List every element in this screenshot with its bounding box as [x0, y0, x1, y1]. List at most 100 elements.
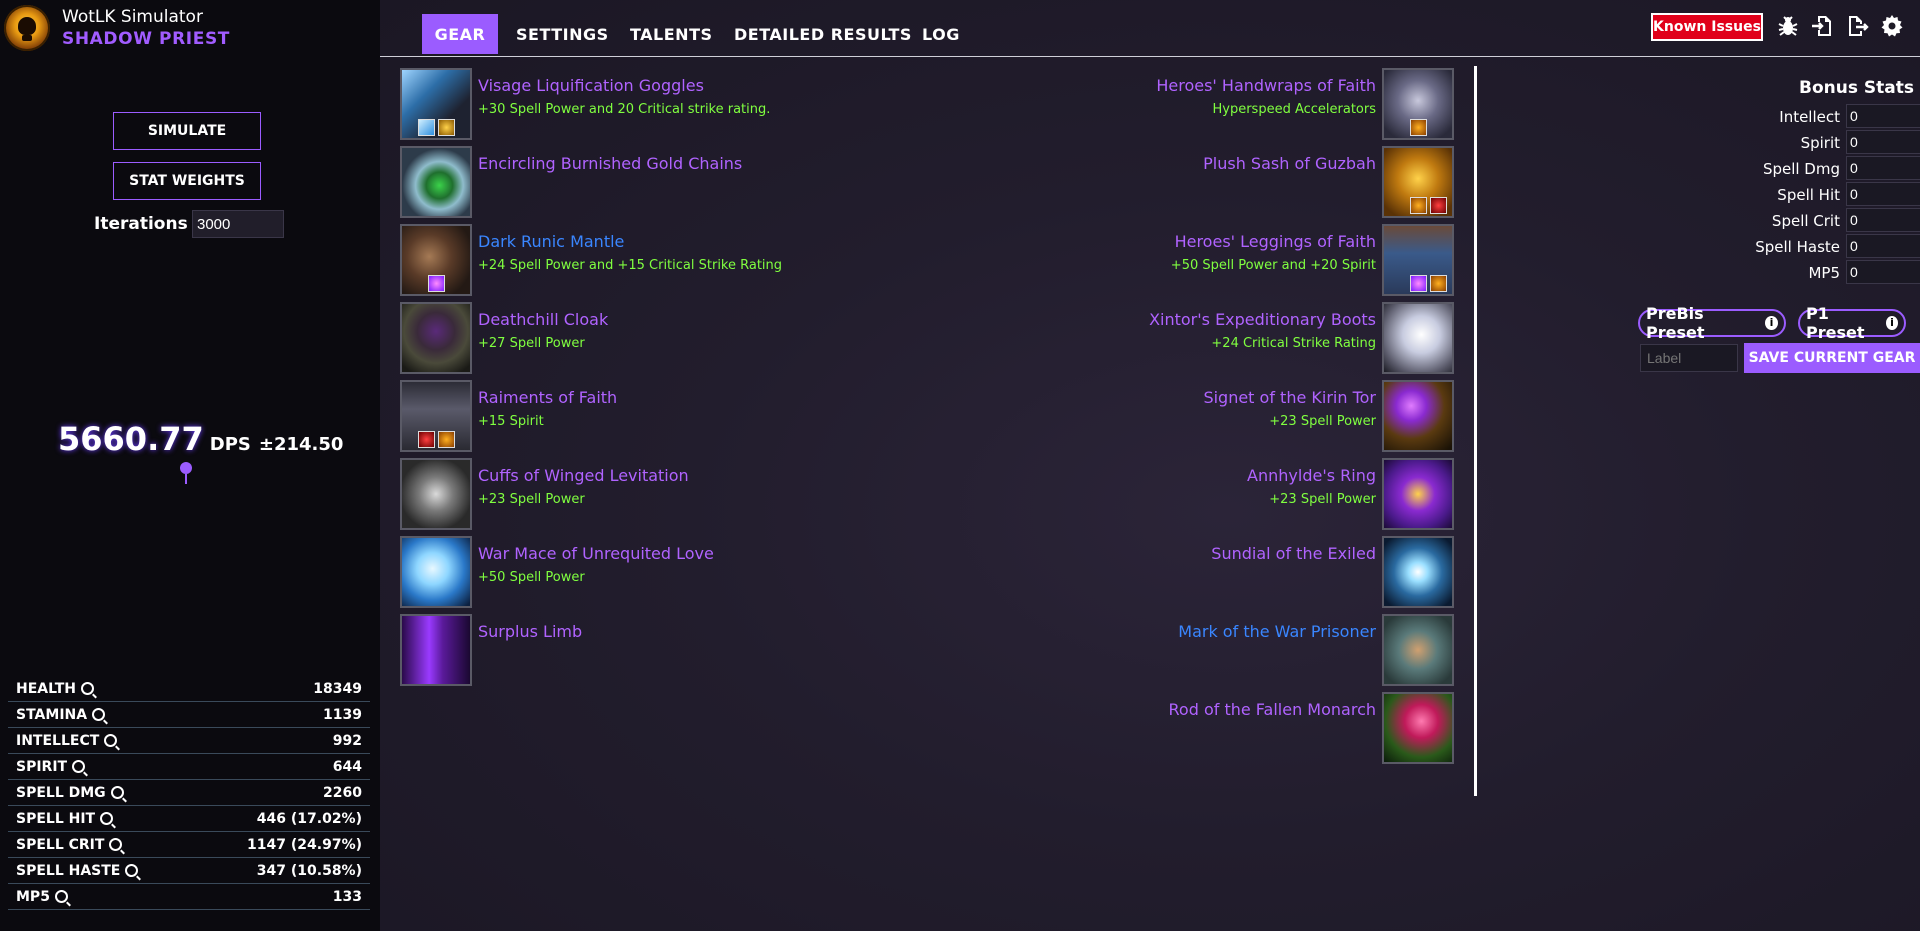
gear-slot-back[interactable]: Deathchill Cloak +27 Spell Power: [400, 302, 900, 380]
gem-icon[interactable]: [1430, 275, 1447, 292]
item-enchant[interactable]: +27 Spell Power: [478, 336, 585, 351]
item-enchant[interactable]: Hyperspeed Accelerators: [1212, 102, 1376, 117]
item-name[interactable]: Heroes' Leggings of Faith: [1175, 232, 1376, 251]
item-icon[interactable]: [400, 614, 472, 686]
item-enchant[interactable]: +23 Spell Power: [1269, 414, 1376, 429]
gear-slot-legs[interactable]: Heroes' Leggings of Faith +50 Spell Powe…: [954, 224, 1454, 302]
gear-slot-shoulder[interactable]: Dark Runic Mantle +24 Spell Power and +1…: [400, 224, 900, 302]
item-name[interactable]: Signet of the Kirin Tor: [1203, 388, 1376, 407]
item-enchant[interactable]: +23 Spell Power: [478, 492, 585, 507]
item-name[interactable]: Deathchill Cloak: [478, 310, 608, 329]
gear-slot-wand[interactable]: Rod of the Fallen Monarch: [954, 692, 1454, 770]
item-name[interactable]: Raiments of Faith: [478, 388, 617, 407]
search-icon[interactable]: [81, 682, 94, 695]
item-name[interactable]: Visage Liquification Goggles: [478, 76, 704, 95]
item-icon[interactable]: [1382, 146, 1454, 218]
gear-slot-wrist[interactable]: Cuffs of Winged Levitation +23 Spell Pow…: [400, 458, 900, 536]
item-enchant[interactable]: +30 Spell Power and 20 Critical strike r…: [478, 102, 770, 117]
gem-icon[interactable]: [1410, 119, 1427, 136]
gem-icon[interactable]: [438, 119, 455, 136]
item-name[interactable]: Sundial of the Exiled: [1211, 544, 1376, 563]
item-enchant[interactable]: +24 Spell Power and +15 Critical Strike …: [478, 258, 782, 273]
bonus-mp5-input[interactable]: [1846, 260, 1920, 284]
export-icon[interactable]: [1846, 14, 1870, 38]
item-enchant[interactable]: +50 Spell Power: [478, 570, 585, 585]
item-enchant[interactable]: +23 Spell Power: [1269, 492, 1376, 507]
item-enchant[interactable]: +15 Spirit: [478, 414, 544, 429]
gem-icon[interactable]: [418, 119, 435, 136]
bug-icon[interactable]: [1776, 14, 1800, 38]
info-icon[interactable]: i: [1765, 316, 1778, 330]
iterations-input[interactable]: [192, 210, 284, 238]
tab-detailed-results[interactable]: DETAILED RESULTS: [734, 14, 912, 54]
search-icon[interactable]: [72, 760, 86, 773]
bonus-spell-hit-input[interactable]: [1846, 182, 1920, 206]
gem-icon[interactable]: [438, 431, 455, 448]
p1-preset-button[interactable]: P1 Preset i: [1798, 304, 1906, 342]
bonus-spell-dmg-input[interactable]: [1846, 156, 1920, 180]
search-icon[interactable]: [100, 812, 114, 825]
item-icon[interactable]: [400, 146, 472, 218]
item-icon[interactable]: [1382, 380, 1454, 452]
gem-icon[interactable]: [418, 431, 435, 448]
search-icon[interactable]: [54, 890, 68, 903]
item-name[interactable]: Cuffs of Winged Levitation: [478, 466, 689, 485]
item-name[interactable]: War Mace of Unrequited Love: [478, 544, 714, 563]
bonus-spell-crit-input[interactable]: [1846, 208, 1920, 232]
item-icon[interactable]: [400, 68, 472, 140]
search-icon[interactable]: [109, 838, 123, 851]
item-enchant[interactable]: +24 Critical Strike Rating: [1211, 336, 1376, 351]
item-icon[interactable]: [1382, 614, 1454, 686]
gear-slot-off-hand[interactable]: Surplus Limb: [400, 614, 900, 692]
gear-slot-waist[interactable]: Plush Sash of Guzbah: [954, 146, 1454, 224]
item-name[interactable]: Rod of the Fallen Monarch: [1169, 700, 1376, 719]
item-name[interactable]: Xintor's Expeditionary Boots: [1149, 310, 1376, 329]
item-icon[interactable]: [400, 536, 472, 608]
item-icon[interactable]: [1382, 692, 1454, 764]
gear-slot-hands[interactable]: Heroes' Handwraps of Faith Hyperspeed Ac…: [954, 68, 1454, 146]
bonus-intellect-input[interactable]: [1846, 104, 1920, 128]
gem-icon[interactable]: [428, 275, 445, 292]
gem-icon[interactable]: [1410, 275, 1427, 292]
bonus-spell-haste-input[interactable]: [1846, 234, 1920, 258]
item-name[interactable]: Heroes' Handwraps of Faith: [1156, 76, 1376, 95]
simulate-button[interactable]: SIMULATE: [113, 112, 261, 150]
search-icon[interactable]: [125, 864, 139, 877]
item-icon[interactable]: [400, 458, 472, 530]
import-icon[interactable]: [1810, 14, 1834, 38]
item-icon[interactable]: [1382, 302, 1454, 374]
item-icon[interactable]: [400, 224, 472, 296]
item-icon[interactable]: [400, 302, 472, 374]
tab-settings[interactable]: SETTINGS: [516, 14, 609, 54]
gear-slot-neck[interactable]: Encircling Burnished Gold Chains: [400, 146, 900, 224]
item-name[interactable]: Dark Runic Mantle: [478, 232, 624, 251]
stat-weights-button[interactable]: STAT WEIGHTS: [113, 162, 261, 200]
item-name[interactable]: Plush Sash of Guzbah: [1203, 154, 1376, 173]
search-icon[interactable]: [104, 734, 118, 747]
gear-slot-finger-1[interactable]: Signet of the Kirin Tor +23 Spell Power: [954, 380, 1454, 458]
save-current-gear-button[interactable]: SAVE CURRENT GEAR: [1744, 343, 1920, 373]
item-enchant[interactable]: +50 Spell Power and +20 Spirit: [1171, 258, 1376, 273]
bonus-spirit-input[interactable]: [1846, 130, 1920, 154]
search-icon[interactable]: [92, 708, 106, 721]
gear-slot-trinket-1[interactable]: Sundial of the Exiled: [954, 536, 1454, 614]
item-icon[interactable]: [1382, 536, 1454, 608]
gear-slot-chest[interactable]: Raiments of Faith +15 Spirit: [400, 380, 900, 458]
item-name[interactable]: Mark of the War Prisoner: [1178, 622, 1376, 641]
settings-gear-icon[interactable]: [1880, 14, 1904, 38]
gear-slot-trinket-2[interactable]: Mark of the War Prisoner: [954, 614, 1454, 692]
gem-icon[interactable]: [1430, 197, 1447, 214]
tab-gear[interactable]: GEAR: [422, 14, 498, 54]
tab-log[interactable]: LOG: [922, 14, 960, 54]
item-icon[interactable]: [400, 380, 472, 452]
gear-slot-main-hand[interactable]: War Mace of Unrequited Love +50 Spell Po…: [400, 536, 900, 614]
gear-slot-feet[interactable]: Xintor's Expeditionary Boots +24 Critica…: [954, 302, 1454, 380]
item-name[interactable]: Encircling Burnished Gold Chains: [478, 154, 742, 173]
item-icon[interactable]: [1382, 224, 1454, 296]
item-name[interactable]: Surplus Limb: [478, 622, 582, 641]
gear-slot-head[interactable]: Visage Liquification Goggles +30 Spell P…: [400, 68, 900, 146]
item-icon[interactable]: [1382, 68, 1454, 140]
known-issues-button[interactable]: Known Issues: [1651, 13, 1763, 41]
gear-label-input[interactable]: [1640, 344, 1738, 372]
gem-icon[interactable]: [1410, 197, 1427, 214]
